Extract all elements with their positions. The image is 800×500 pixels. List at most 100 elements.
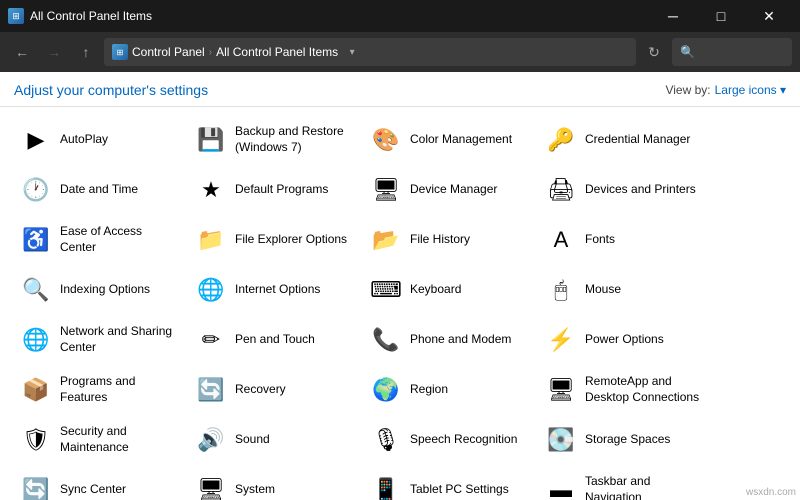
- cp-item-date-time[interactable]: 🕐 Date and Time: [10, 165, 185, 215]
- cp-item-taskbar[interactable]: ▬ Taskbar and Navigation: [535, 465, 710, 500]
- cp-icon-sound: 🔊: [195, 424, 227, 456]
- view-by-control: View by: Large icons ▾: [665, 83, 786, 97]
- cp-label-keyboard: Keyboard: [410, 282, 461, 298]
- cp-label-programs: Programs and Features: [60, 374, 175, 405]
- cp-icon-taskbar: ▬: [545, 474, 577, 500]
- cp-item-recovery[interactable]: 🔄 Recovery: [185, 365, 360, 415]
- cp-label-autoplay: AutoPlay: [60, 132, 108, 148]
- items-grid: ▶ AutoPlay 💾 Backup and Restore (Windows…: [0, 107, 800, 500]
- cp-item-power[interactable]: ⚡ Power Options: [535, 315, 710, 365]
- cp-icon-recovery: 🔄: [195, 374, 227, 406]
- view-by-label: View by:: [665, 83, 710, 97]
- cp-icon-mouse: 🖱: [545, 274, 577, 306]
- cp-icon-remoteapp: 🖥: [545, 374, 577, 406]
- cp-icon-security: 🛡: [20, 424, 52, 456]
- cp-label-internet-opts: Internet Options: [235, 282, 320, 298]
- cp-label-indexing: Indexing Options: [60, 282, 150, 298]
- cp-item-indexing[interactable]: 🔍 Indexing Options: [10, 265, 185, 315]
- cp-label-recovery: Recovery: [235, 382, 286, 398]
- cp-item-mouse[interactable]: 🖱 Mouse: [535, 265, 710, 315]
- cp-item-default-progs[interactable]: ★ Default Programs: [185, 165, 360, 215]
- address-bar[interactable]: ⊞ Control Panel › All Control Panel Item…: [104, 38, 636, 66]
- cp-icon-system: 🖥: [195, 474, 227, 500]
- cp-label-region: Region: [410, 382, 448, 398]
- cp-label-color-mgmt: Color Management: [410, 132, 512, 148]
- cp-label-ease-access: Ease of Access Center: [60, 224, 175, 255]
- cp-item-file-history[interactable]: 📂 File History: [360, 215, 535, 265]
- address-part2: All Control Panel Items: [216, 45, 338, 59]
- cp-item-security[interactable]: 🛡 Security and Maintenance: [10, 415, 185, 465]
- cp-icon-power: ⚡: [545, 324, 577, 356]
- cp-icon-network: 🌐: [20, 324, 52, 356]
- cp-icon-region: 🌍: [370, 374, 402, 406]
- cp-item-color-mgmt[interactable]: 🎨 Color Management: [360, 115, 535, 165]
- cp-icon-credential: 🔑: [545, 124, 577, 156]
- cp-label-backup: Backup and Restore (Windows 7): [235, 124, 350, 155]
- cp-icon-autoplay: ▶: [20, 124, 52, 156]
- cp-icon-keyboard: ⌨: [370, 274, 402, 306]
- cp-label-file-history: File History: [410, 232, 470, 248]
- cp-label-security: Security and Maintenance: [60, 424, 175, 455]
- close-button[interactable]: ✕: [746, 0, 792, 32]
- cp-label-tablet-pc: Tablet PC Settings: [410, 482, 509, 498]
- cp-item-programs[interactable]: 📦 Programs and Features: [10, 365, 185, 415]
- cp-label-fonts: Fonts: [585, 232, 615, 248]
- cp-label-taskbar: Taskbar and Navigation: [585, 474, 700, 500]
- cp-item-tablet-pc[interactable]: 📱 Tablet PC Settings: [360, 465, 535, 500]
- search-box[interactable]: 🔍: [672, 38, 792, 66]
- address-chevron: ›: [209, 47, 212, 58]
- cp-item-speech[interactable]: 🎙 Speech Recognition: [360, 415, 535, 465]
- back-button[interactable]: ←: [8, 38, 36, 66]
- refresh-button[interactable]: ↻: [640, 38, 668, 66]
- cp-icon-date-time: 🕐: [20, 174, 52, 206]
- cp-label-sound: Sound: [235, 432, 270, 448]
- cp-icon-fonts: A: [545, 224, 577, 256]
- cp-item-credential[interactable]: 🔑 Credential Manager: [535, 115, 710, 165]
- cp-icon-backup: 💾: [195, 124, 227, 156]
- up-button[interactable]: ↑: [72, 38, 100, 66]
- cp-icon-sync: 🔄: [20, 474, 52, 500]
- cp-item-device-mgr[interactable]: 🖥 Device Manager: [360, 165, 535, 215]
- cp-item-sound[interactable]: 🔊 Sound: [185, 415, 360, 465]
- cp-item-ease-access[interactable]: ♿ Ease of Access Center: [10, 215, 185, 265]
- app-icon: ⊞: [8, 8, 24, 24]
- cp-label-date-time: Date and Time: [60, 182, 138, 198]
- cp-icon-pen-touch: ✏: [195, 324, 227, 356]
- title-bar-left: ⊞ All Control Panel Items: [8, 8, 152, 24]
- title-bar: ⊞ All Control Panel Items ─ □ ✕: [0, 0, 800, 32]
- page-title: Adjust your computer's settings: [14, 82, 208, 98]
- cp-label-pen-touch: Pen and Touch: [235, 332, 315, 348]
- cp-item-file-explorer[interactable]: 📁 File Explorer Options: [185, 215, 360, 265]
- nav-bar: ← → ↑ ⊞ Control Panel › All Control Pane…: [0, 32, 800, 72]
- cp-label-power: Power Options: [585, 332, 664, 348]
- cp-item-phone-modem[interactable]: 📞 Phone and Modem: [360, 315, 535, 365]
- minimize-button[interactable]: ─: [650, 0, 696, 32]
- cp-label-devices-printers: Devices and Printers: [585, 182, 696, 198]
- view-by-value[interactable]: Large icons ▾: [715, 83, 786, 97]
- cp-item-pen-touch[interactable]: ✏ Pen and Touch: [185, 315, 360, 365]
- cp-item-region[interactable]: 🌍 Region: [360, 365, 535, 415]
- cp-label-device-mgr: Device Manager: [410, 182, 497, 198]
- address-dropdown-button[interactable]: ▾: [342, 38, 362, 66]
- forward-button[interactable]: →: [40, 38, 68, 66]
- cp-item-system[interactable]: 🖥 System: [185, 465, 360, 500]
- cp-item-autoplay[interactable]: ▶ AutoPlay: [10, 115, 185, 165]
- cp-item-keyboard[interactable]: ⌨ Keyboard: [360, 265, 535, 315]
- cp-item-devices-printers[interactable]: 🖨 Devices and Printers: [535, 165, 710, 215]
- cp-item-backup[interactable]: 💾 Backup and Restore (Windows 7): [185, 115, 360, 165]
- cp-label-phone-modem: Phone and Modem: [410, 332, 511, 348]
- cp-item-remoteapp[interactable]: 🖥 RemoteApp and Desktop Connections: [535, 365, 710, 415]
- cp-item-sync[interactable]: 🔄 Sync Center: [10, 465, 185, 500]
- maximize-button[interactable]: □: [698, 0, 744, 32]
- cp-icon-devices-printers: 🖨: [545, 174, 577, 206]
- cp-icon-ease-access: ♿: [20, 224, 52, 256]
- cp-item-fonts[interactable]: A Fonts: [535, 215, 710, 265]
- cp-item-network[interactable]: 🌐 Network and Sharing Center: [10, 315, 185, 365]
- cp-label-file-explorer: File Explorer Options: [235, 232, 347, 248]
- cp-icon-color-mgmt: 🎨: [370, 124, 402, 156]
- cp-icon-storage: 💽: [545, 424, 577, 456]
- cp-item-storage[interactable]: 💽 Storage Spaces: [535, 415, 710, 465]
- cp-item-internet-opts[interactable]: 🌐 Internet Options: [185, 265, 360, 315]
- window-title: All Control Panel Items: [30, 9, 152, 23]
- cp-label-sync: Sync Center: [60, 482, 126, 498]
